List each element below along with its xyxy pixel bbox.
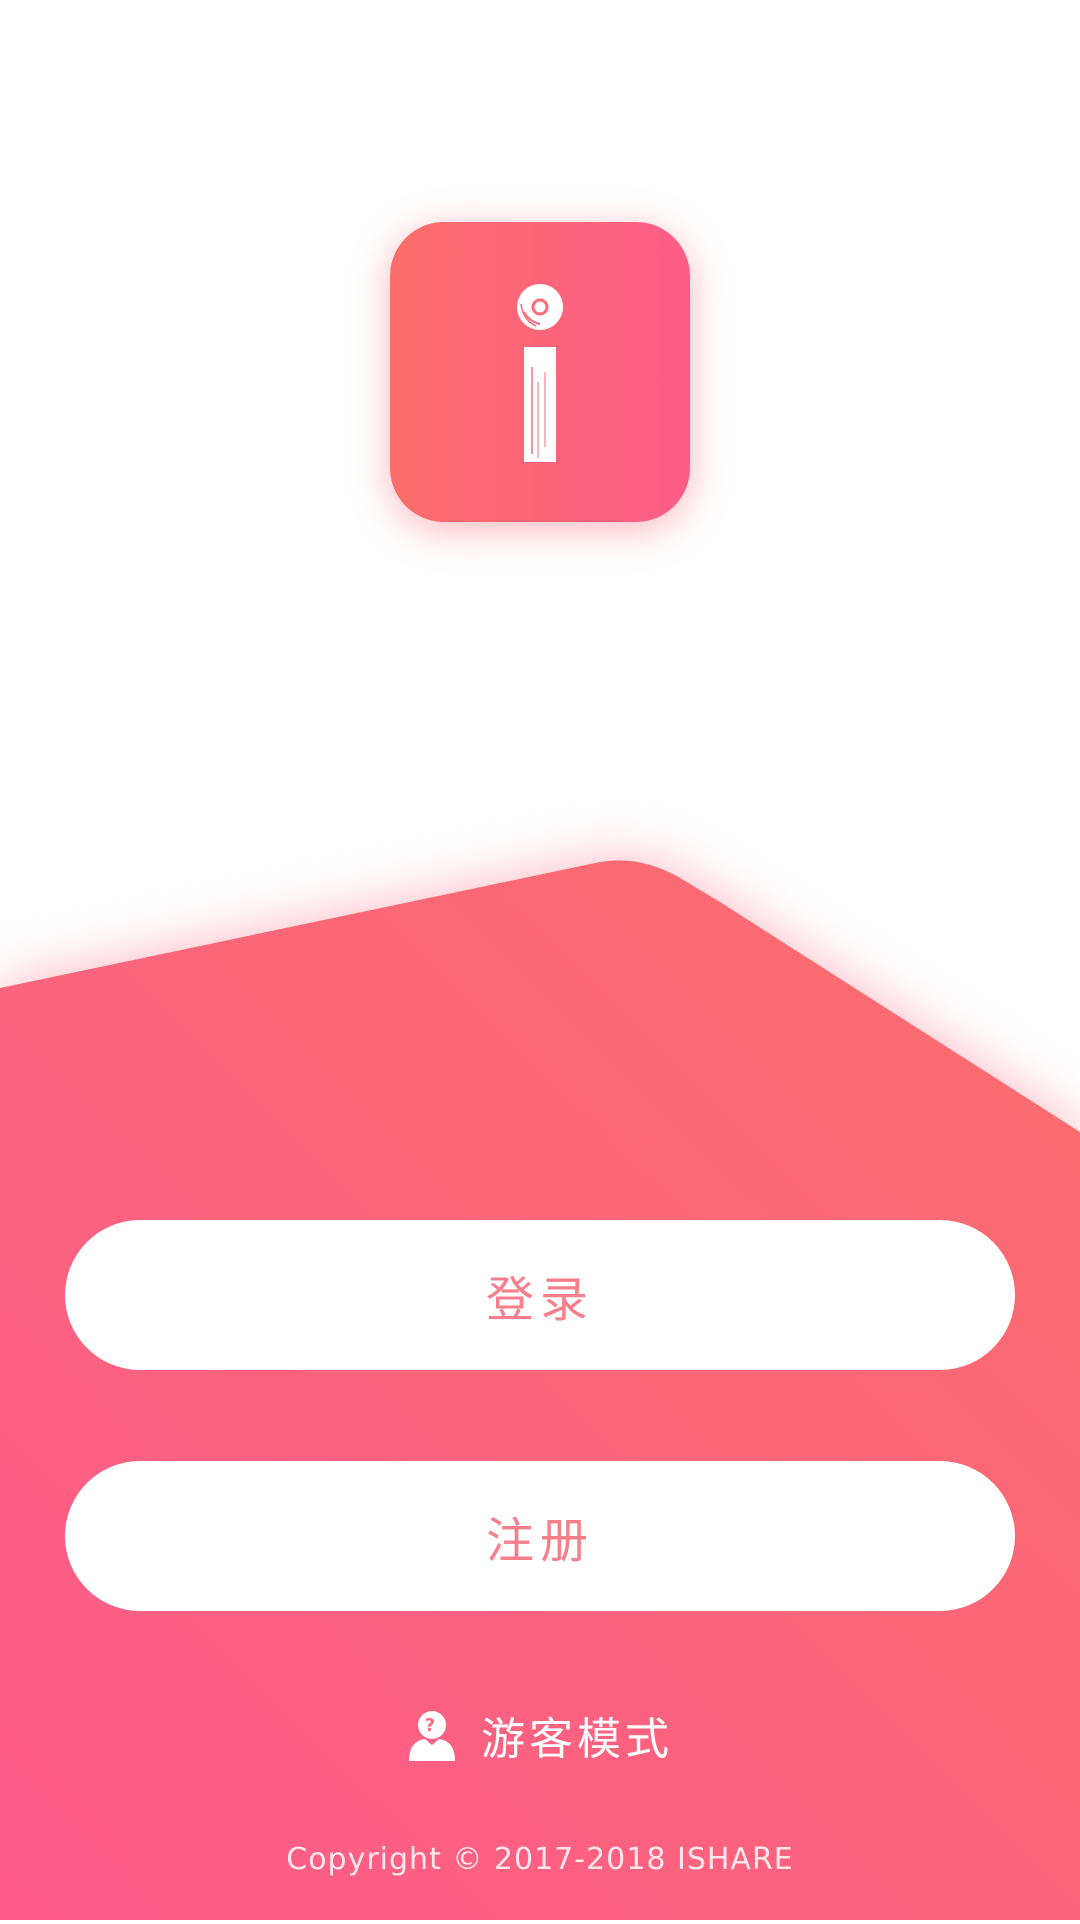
login-button-label: 登录 <box>485 1272 594 1328</box>
guest-mode-label: 游客模式 <box>481 1714 673 1765</box>
guest-user-icon: ? <box>407 1707 457 1763</box>
guest-mode-link[interactable]: ? 游客模式 <box>0 1700 1080 1770</box>
register-button[interactable]: 注册 <box>65 1461 1015 1611</box>
register-button-label: 注册 <box>485 1513 594 1569</box>
login-button[interactable]: 登录 <box>65 1220 1015 1370</box>
svg-text:?: ? <box>425 1715 439 1736</box>
copyright-text: Copyright © 2017-2018 ISHARE <box>286 1842 794 1877</box>
ishare-i-logo-icon <box>517 284 563 462</box>
app-logo <box>390 222 690 522</box>
